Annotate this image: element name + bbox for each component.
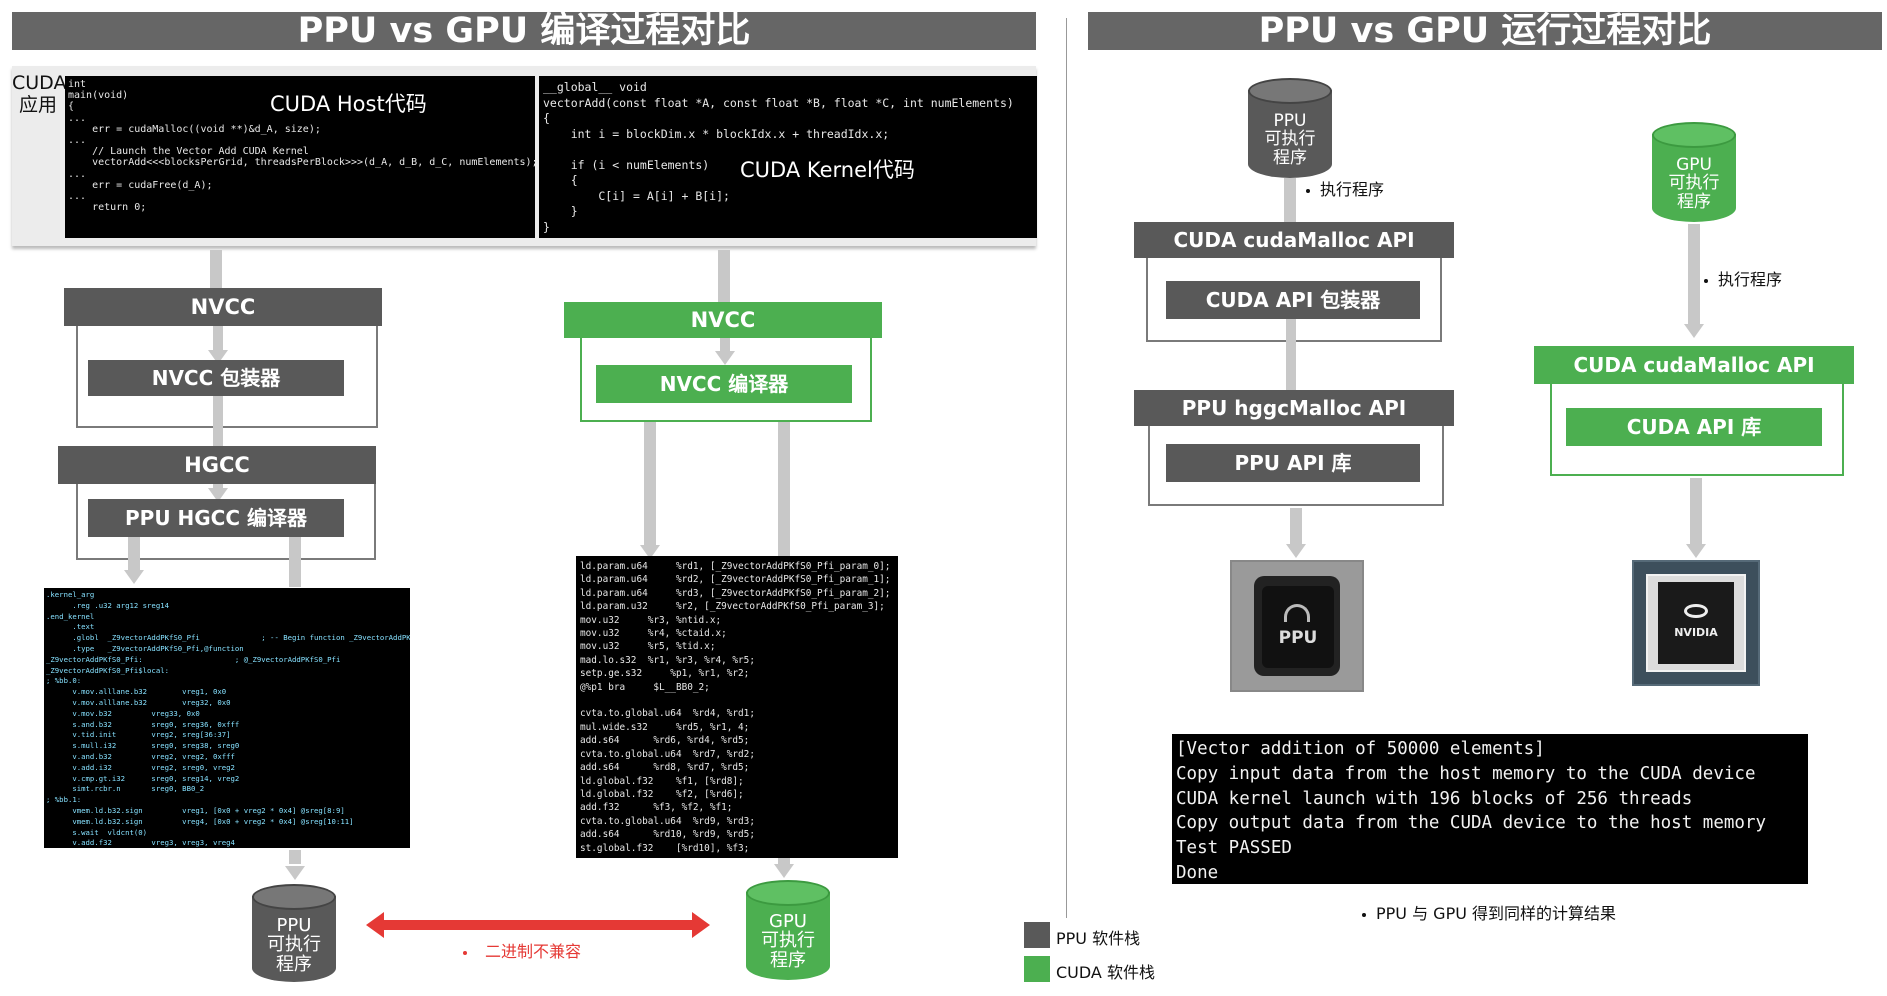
left-title: PPU vs GPU 编译过程对比 xyxy=(12,12,1036,50)
bullet-dot xyxy=(463,950,467,955)
gpu-exe-cylinder-left: GPU 可执行 程序 xyxy=(746,880,830,980)
legend-cuda-label: CUDA 软件栈 xyxy=(1056,963,1155,982)
connector xyxy=(213,326,223,352)
arrow-head xyxy=(124,570,144,584)
gpu-chip-label: NVIDIA xyxy=(1674,626,1718,639)
ppu-api-wrapper-box: CUDA API 包装器 xyxy=(1166,281,1420,319)
arrow-head xyxy=(1684,324,1704,338)
legend-cuda-swatch xyxy=(1024,956,1050,982)
legend-ppu-label: PPU 软件栈 xyxy=(1056,929,1141,948)
exec-label: 执行程序 xyxy=(1718,270,1783,289)
gpu-nvcc-compiler-box: NVCC 编译器 xyxy=(596,365,852,403)
ppu-asm: .kernel_arg .reg .u32 arg12 sreg14 .end_… xyxy=(46,590,410,848)
exec-note-ppu: 执行程序 xyxy=(1306,176,1384,200)
gpu-cudamalloc-box: CUDA cudaMalloc API xyxy=(1534,346,1854,384)
ppu-exe-cylinder-right: PPU 可执行 程序 xyxy=(1248,78,1332,178)
incompatible-arrow xyxy=(366,912,710,938)
arrow-head xyxy=(715,351,735,365)
arrow-head xyxy=(1286,544,1306,558)
ppu-exe-label: PPU 可执行 程序 xyxy=(1264,111,1316,168)
gpu-ptx: ld.param.u64 %rd1, [_Z9vectorAddPKfS0_Pf… xyxy=(580,561,891,854)
ppu-hggcmalloc-box: PPU hggcMalloc API xyxy=(1134,390,1454,426)
exec-label: 执行程序 xyxy=(1320,180,1385,199)
gpu-api-lib-box: CUDA API 库 xyxy=(1566,408,1822,446)
arrow-head xyxy=(1686,544,1706,558)
right-title: PPU vs GPU 运行过程对比 xyxy=(1088,12,1882,50)
bullet-dot xyxy=(1362,912,1366,917)
connector xyxy=(289,850,301,864)
result-note: PPU 与 GPU 得到同样的计算结果 xyxy=(1362,900,1616,924)
incompatible-label: 二进制不兼容 xyxy=(485,942,582,961)
ppu-nvcc-box: NVCC xyxy=(64,288,382,326)
section-divider xyxy=(1066,18,1067,918)
nvidia-eye-icon xyxy=(1684,604,1708,618)
gpu-chip: NVIDIA xyxy=(1632,560,1760,686)
connector xyxy=(644,422,656,546)
connector xyxy=(1688,224,1700,324)
connector xyxy=(778,422,790,556)
gpu-ptx-block: ld.param.u64 %rd1, [_Z9vectorAddPKfS0_Pf… xyxy=(576,556,898,858)
incompatible-note: 二进制不兼容 xyxy=(463,938,581,962)
cuda-app-label: CUDA 应用 xyxy=(12,72,67,116)
ppu-nvcc-wrapper-box: NVCC 包装器 xyxy=(88,360,344,396)
exec-note-gpu: 执行程序 xyxy=(1704,266,1782,290)
ppu-chip-label: PPU xyxy=(1278,628,1318,648)
terminal-output: [Vector addition of 50000 elements] Copy… xyxy=(1172,734,1808,884)
terminal-text: [Vector addition of 50000 elements] Copy… xyxy=(1176,739,1767,883)
gpu-exe-label: GPU 可执行 程序 xyxy=(1668,155,1720,212)
bullet-dot xyxy=(1704,278,1708,283)
ppu-chip: PPU xyxy=(1230,560,1364,692)
connector xyxy=(210,250,222,288)
ppu-hgcc-box: HGCC xyxy=(58,446,376,484)
arrow-head xyxy=(285,866,305,880)
connector xyxy=(289,537,301,587)
connector xyxy=(1284,178,1296,222)
legend-ppu-swatch xyxy=(1024,922,1050,948)
ppu-hgcc-compiler-box: PPU HGCC 编译器 xyxy=(88,499,344,537)
kernel-code-label: CUDA Kernel代码 xyxy=(740,158,915,182)
connector xyxy=(718,250,730,302)
host-code-label: CUDA Host代码 xyxy=(270,92,427,116)
gpu-exe-cylinder-right: GPU 可执行 程序 xyxy=(1652,122,1736,222)
connector xyxy=(213,396,223,446)
bullet-dot xyxy=(1306,188,1310,193)
result-label: PPU 与 GPU 得到同样的计算结果 xyxy=(1376,904,1617,923)
connector xyxy=(128,537,140,571)
ppu-exe-label: PPU 可执行 程序 xyxy=(267,915,321,975)
connector xyxy=(1290,508,1302,548)
connector xyxy=(720,338,730,352)
arrow-head xyxy=(774,864,794,878)
ppu-asm-block: .kernel_arg .reg .u32 arg12 sreg14 .end_… xyxy=(44,588,410,848)
connector xyxy=(1690,478,1702,548)
ppu-cudamalloc-box: CUDA cudaMalloc API xyxy=(1134,222,1454,258)
gpu-exe-label: GPU 可执行 程序 xyxy=(761,911,815,971)
gpu-nvcc-box: NVCC xyxy=(564,302,882,338)
ppu-exe-cylinder-left: PPU 可执行 程序 xyxy=(252,884,336,982)
legend: PPU 软件栈 CUDA 软件栈 xyxy=(1024,922,1184,988)
connector xyxy=(1286,319,1296,391)
ppu-api-lib-box: PPU API 库 xyxy=(1166,444,1420,482)
